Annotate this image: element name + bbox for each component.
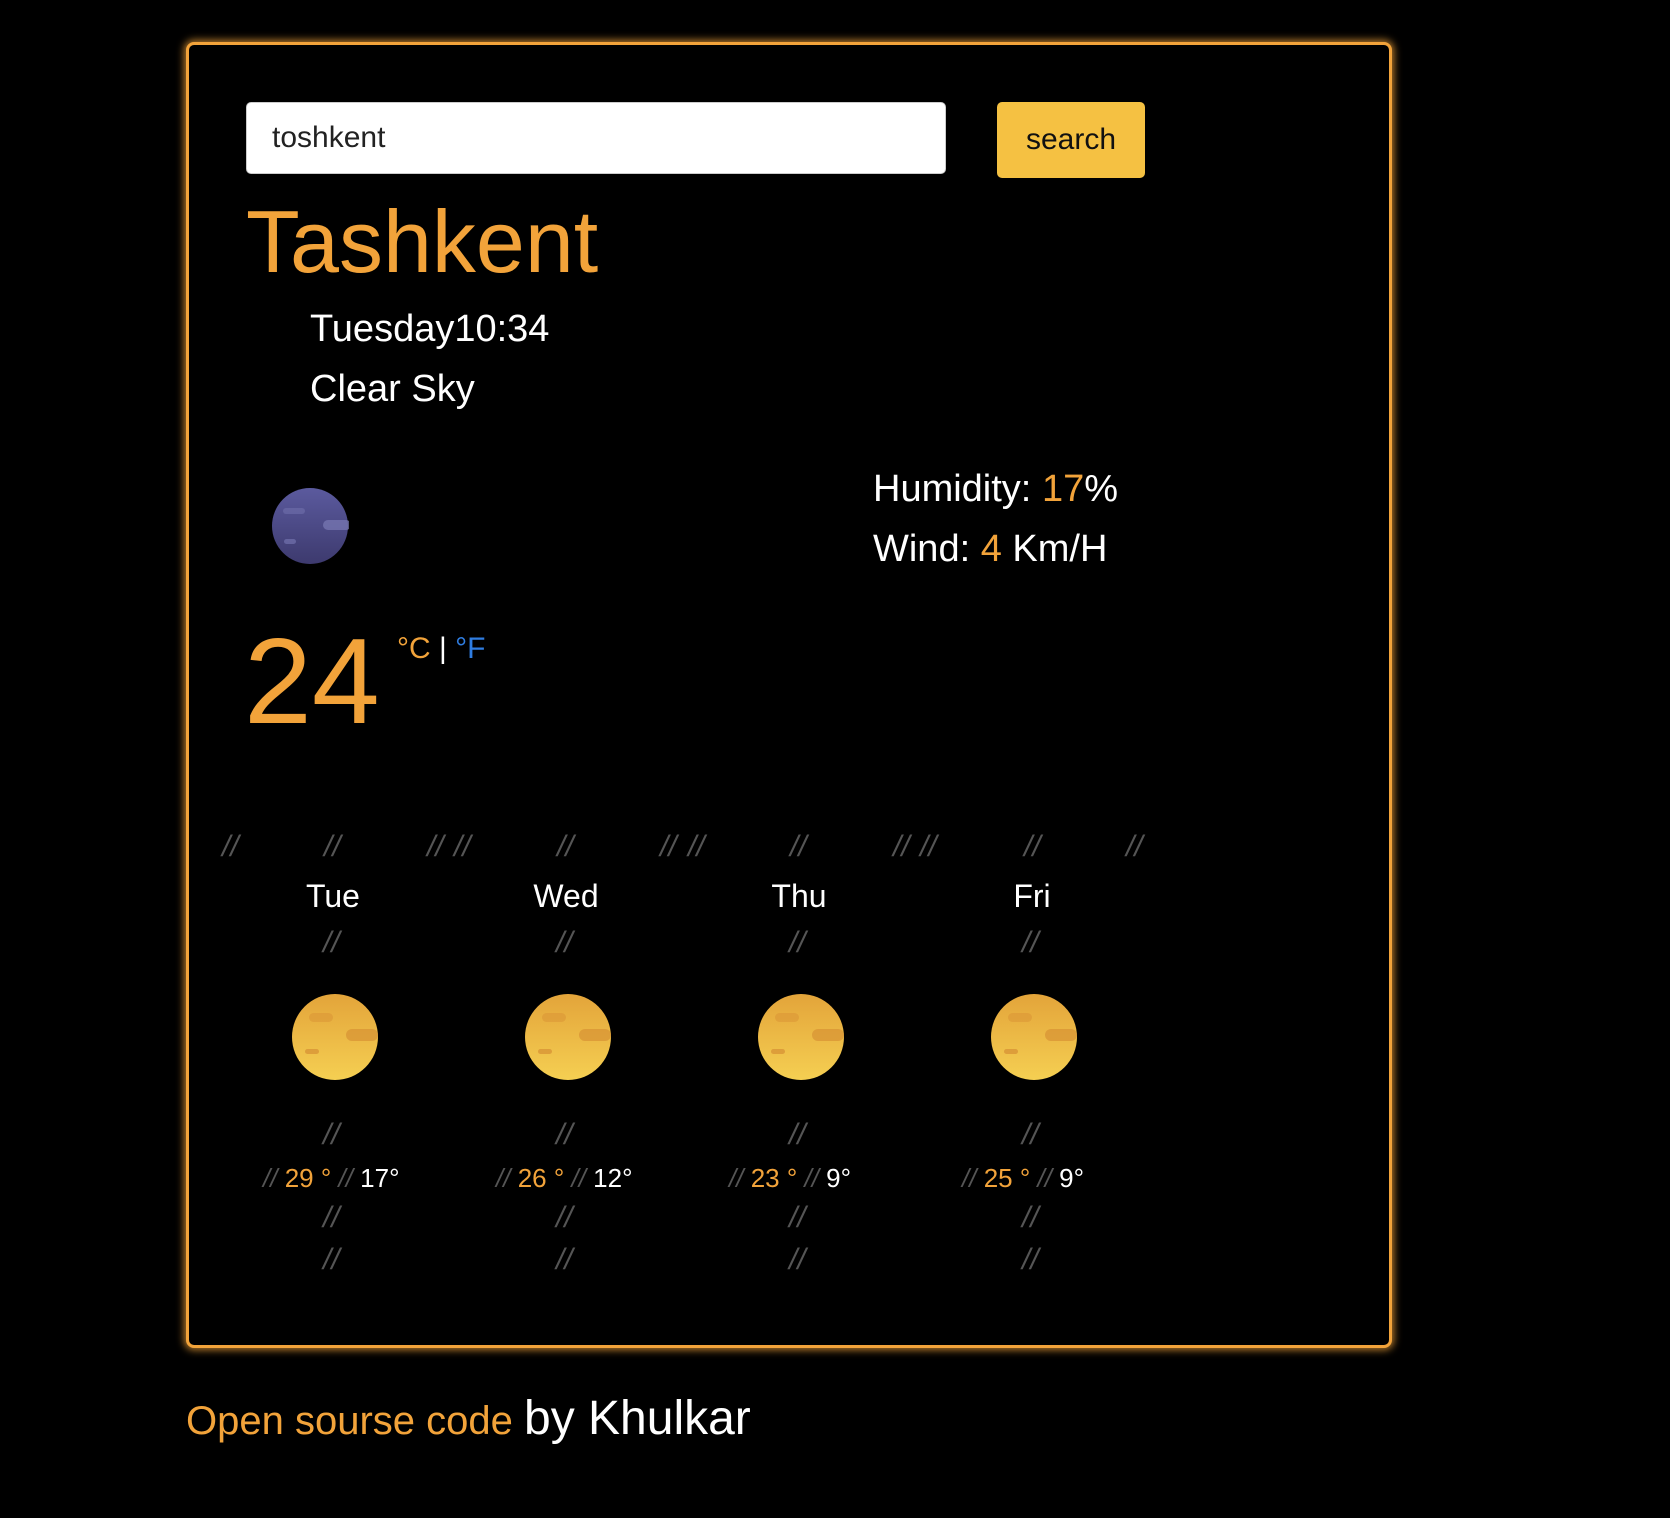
separator-slash: // bbox=[789, 1243, 806, 1276]
separator-slash: // bbox=[222, 830, 239, 863]
forecast-day-name: Thu bbox=[771, 878, 827, 914]
weather-details: Humidity: 17% Wind: 4 Km/H bbox=[873, 470, 1118, 590]
separator-slash: // bbox=[789, 1201, 806, 1234]
separator-slash: // bbox=[556, 1243, 573, 1276]
forecast-max-temp: 25 ° bbox=[983, 1163, 1031, 1193]
wind-label: Wind: bbox=[873, 528, 971, 570]
forecast-day-name: Fri bbox=[1013, 878, 1051, 914]
forecast-min-temp: 9° bbox=[826, 1163, 852, 1193]
forecast-temps: // 26 ° // 12° bbox=[496, 1165, 632, 1191]
sun-icon bbox=[525, 994, 611, 1080]
separator-slash: // bbox=[323, 926, 340, 959]
forecast-min-temp: 9° bbox=[1059, 1163, 1085, 1193]
unit-separator: | bbox=[439, 632, 447, 665]
forecast-max-temp: 26 ° bbox=[517, 1163, 565, 1193]
forecast-temps: // 29 ° // 17° bbox=[263, 1165, 399, 1191]
night-clear-moon-icon bbox=[272, 488, 349, 564]
separator-slash: // bbox=[571, 1163, 586, 1193]
separator-slash: // bbox=[1022, 1243, 1039, 1276]
separator-slash: // bbox=[454, 830, 471, 863]
separator-slash: // bbox=[688, 830, 705, 863]
separator-slash: // bbox=[557, 830, 574, 863]
separator-slash: // bbox=[789, 1118, 806, 1151]
separator-slash: // bbox=[804, 1163, 819, 1193]
wind-unit: Km/H bbox=[1012, 528, 1108, 570]
separator-slash: // bbox=[496, 1163, 511, 1193]
separator-slash: // bbox=[962, 1163, 977, 1193]
source-code-link[interactable]: Open sourse code bbox=[186, 1399, 513, 1443]
humidity-row: Humidity: 17% bbox=[873, 470, 1118, 530]
fahrenheit-link[interactable]: °F bbox=[455, 632, 485, 665]
separator-slash: // bbox=[556, 926, 573, 959]
separator-slash: // bbox=[1022, 1118, 1039, 1151]
separator-slash: // bbox=[1022, 926, 1039, 959]
footer: Open sourse code by Khulkar bbox=[186, 1395, 751, 1443]
sun-icon bbox=[292, 994, 378, 1080]
forecast-min-temp: 17° bbox=[360, 1163, 400, 1193]
forecast-day-name: Tue bbox=[306, 878, 360, 914]
separator-slash: // bbox=[323, 1201, 340, 1234]
wind-value: 4 bbox=[980, 528, 1002, 570]
separator-slash: // bbox=[323, 1118, 340, 1151]
celsius-link[interactable]: °C bbox=[397, 632, 431, 665]
separator-slash: // bbox=[263, 1163, 278, 1193]
forecast-max-temp: 23 ° bbox=[750, 1163, 798, 1193]
sun-icon bbox=[991, 994, 1077, 1080]
separator-slash: // bbox=[789, 926, 806, 959]
separator-slash: // bbox=[556, 1118, 573, 1151]
separator-slash: // bbox=[660, 830, 677, 863]
humidity-label: Humidity: bbox=[873, 468, 1032, 510]
separator-slash: // bbox=[1126, 830, 1143, 863]
separator-slash: // bbox=[1022, 1201, 1039, 1234]
separator-slash: // bbox=[324, 830, 341, 863]
separator-slash: // bbox=[556, 1201, 573, 1234]
separator-slash: // bbox=[323, 1243, 340, 1276]
humidity-unit: % bbox=[1084, 468, 1119, 510]
forecast-day-name: Wed bbox=[533, 878, 599, 914]
forecast-temps: // 23 ° // 9° bbox=[729, 1165, 851, 1191]
separator-slash: // bbox=[790, 830, 807, 863]
search-input[interactable] bbox=[246, 102, 946, 174]
separator-slash: // bbox=[729, 1163, 744, 1193]
search-button[interactable]: search bbox=[997, 102, 1145, 178]
current-temperature: 24 bbox=[244, 613, 380, 749]
weather-description: Clear Sky bbox=[310, 368, 475, 410]
forecast-min-temp: 12° bbox=[593, 1163, 633, 1193]
forecast-temps: // 25 ° // 9° bbox=[962, 1165, 1084, 1191]
wind-row: Wind: 4 Km/H bbox=[873, 530, 1118, 590]
separator-slash: // bbox=[1024, 830, 1041, 863]
separator-slash: // bbox=[920, 830, 937, 863]
unit-toggle: °C | °F bbox=[397, 634, 485, 664]
date-time: Tuesday10:34 bbox=[310, 308, 550, 350]
separator-slash: // bbox=[893, 830, 910, 863]
city-name: Tashkent bbox=[246, 192, 599, 291]
humidity-value: 17 bbox=[1041, 468, 1085, 510]
separator-slash: // bbox=[427, 830, 444, 863]
separator-slash: // bbox=[1037, 1163, 1052, 1193]
forecast-max-temp: 29 ° bbox=[284, 1163, 332, 1193]
sun-icon bbox=[758, 994, 844, 1080]
separator-slash: // bbox=[338, 1163, 353, 1193]
author-credit: by Khulkar bbox=[524, 1392, 751, 1445]
